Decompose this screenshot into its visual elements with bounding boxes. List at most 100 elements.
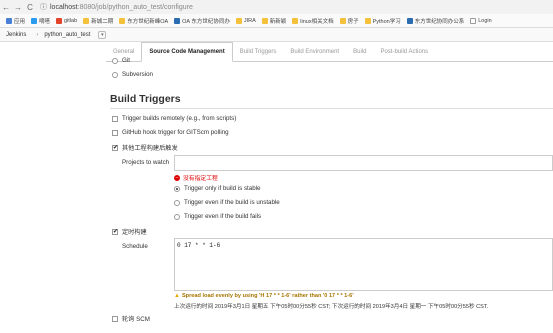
trigger-github-option[interactable]: GitHub hook trigger for GITScm polling xyxy=(112,129,229,136)
trigger-periodic-option[interactable]: ✔ 定时构建 xyxy=(112,227,147,236)
trigger-stable-option[interactable]: Trigger only if build is stable xyxy=(174,185,260,192)
schedule-textarea[interactable]: 0 17 * * 1-6 xyxy=(174,238,553,291)
trigger-stable-label: Trigger only if build is stable xyxy=(184,185,261,192)
bookmark-label: JIRA xyxy=(243,17,256,24)
schedule-warning: ▲ Spread load evenly by using 'H 17 * * … xyxy=(174,293,354,299)
bookmark-icon xyxy=(56,17,63,24)
schedule-next-run: 上次运行的时间 2019年3月1日 星期五 下午05时00分55秒 CST; 下… xyxy=(174,304,489,310)
info-icon[interactable]: ⓘ xyxy=(40,2,47,12)
bookmark-icon xyxy=(406,17,413,24)
bookmark-item[interactable]: 东方世纪协同办公系 xyxy=(406,17,465,25)
bookmark-label: 房子 xyxy=(347,18,359,25)
bookmark-item[interactable]: 新城二期 xyxy=(83,17,113,25)
bookmarks-bar: 应用 嘀嗒 gitlab 新城二期 东方世纪新峰OA OA 东方世纪协同办 JIRA 新新颖 l… xyxy=(0,14,553,28)
tab-build-triggers[interactable]: Build Triggers xyxy=(233,42,284,61)
bookmark-item[interactable]: Login xyxy=(470,17,492,24)
tab-source-code-management[interactable]: Source Code Management xyxy=(141,42,233,62)
trigger-unstable-option[interactable]: Trigger even if the build is unstable xyxy=(174,199,280,206)
scm-git-label: Git xyxy=(122,57,130,64)
forward-icon[interactable]: → xyxy=(12,1,24,13)
schedule-label: Schedule xyxy=(122,243,148,250)
bookmark-label: gitlab xyxy=(64,17,78,24)
trigger-unstable-label: Trigger even if the build is unstable xyxy=(184,199,280,206)
bookmark-icon xyxy=(235,17,242,24)
bookmark-label: OA 东方世纪协同办 xyxy=(182,18,230,25)
breadcrumb-menu-icon[interactable]: ▾ xyxy=(98,30,107,39)
bookmark-label: 东方世纪新峰OA xyxy=(127,18,169,25)
back-icon[interactable]: ← xyxy=(0,1,12,13)
error-icon: – xyxy=(174,174,180,181)
bookmark-icon xyxy=(292,17,299,24)
bookmark-icon xyxy=(31,17,38,24)
bookmark-item[interactable]: gitlab xyxy=(56,17,78,24)
breadcrumb: Jenkins › python_auto_test ▾ xyxy=(0,28,553,42)
bookmark-icon xyxy=(6,17,12,24)
trigger-fails-radio[interactable] xyxy=(174,213,180,220)
bookmark-label: 新新颖 xyxy=(269,18,287,25)
bookmark-label: 嘀嗒 xyxy=(39,18,51,25)
breadcrumb-separator-icon: › xyxy=(36,31,39,38)
divider xyxy=(110,108,553,109)
trigger-periodic-label: 定时构建 xyxy=(122,229,147,236)
schedule-warning-text: Spread load evenly by using 'H 17 * * 1-… xyxy=(181,293,354,299)
bookmark-item[interactable]: Python学习 xyxy=(364,17,401,25)
bookmark-label: 东方世纪协同办公系 xyxy=(414,18,465,25)
breadcrumb-job[interactable]: python_auto_test xyxy=(44,32,90,38)
projects-to-watch-input[interactable] xyxy=(174,155,553,171)
bookmark-icon xyxy=(364,17,371,24)
trigger-poll-scm-label: 轮询 SCM xyxy=(122,316,150,323)
projects-to-watch-label: Projects to watch xyxy=(122,159,170,166)
trigger-github-label: GitHub hook trigger for GITScm polling xyxy=(122,129,229,136)
tab-build[interactable]: Build xyxy=(346,42,373,61)
reload-icon[interactable]: C xyxy=(24,1,36,13)
trigger-remote-checkbox[interactable] xyxy=(112,115,118,122)
trigger-after-other-checkbox[interactable]: ✔ xyxy=(112,144,118,151)
tab-post-build-actions[interactable]: Post-build Actions xyxy=(373,42,435,61)
scm-subversion-option[interactable]: Subversion xyxy=(112,71,153,78)
bookmark-icon xyxy=(339,17,346,24)
scm-git-option[interactable]: Git xyxy=(112,57,130,64)
bookmark-item[interactable]: 嘀嗒 xyxy=(31,17,50,25)
projects-error-text: 没有指定工程 xyxy=(183,176,218,182)
config-tabs: General Source Code Management Build Trigg… xyxy=(106,42,553,62)
address-bar[interactable]: ⓘ localhost:8080/job/python_auto_test/co… xyxy=(40,2,553,13)
trigger-after-other-option[interactable]: ✔ 其他工程构建后触发 xyxy=(112,143,178,152)
bookmark-label: 应用 xyxy=(14,18,26,25)
trigger-stable-radio[interactable] xyxy=(174,185,180,192)
bookmark-icon xyxy=(470,17,477,24)
scm-git-radio[interactable] xyxy=(112,57,118,64)
trigger-poll-scm-checkbox[interactable] xyxy=(112,315,118,322)
trigger-after-other-label: 其他工程构建后触发 xyxy=(122,145,178,152)
trigger-remote-option[interactable]: Trigger builds remotely (e.g., from scri… xyxy=(112,115,236,122)
trigger-github-checkbox[interactable] xyxy=(112,129,118,136)
trigger-unstable-radio[interactable] xyxy=(174,199,180,206)
bookmark-label: Python学习 xyxy=(372,18,401,25)
bookmark-item[interactable]: 新新颖 xyxy=(261,17,287,25)
warning-icon: ▲ xyxy=(174,293,180,299)
trigger-fails-option[interactable]: Trigger even if the build fails xyxy=(174,213,261,220)
url-path: :8080/job/python_auto_test/configure xyxy=(77,3,193,11)
scm-subversion-label: Subversion xyxy=(122,71,153,78)
bookmark-item[interactable]: 应用 xyxy=(6,17,25,25)
bookmark-item[interactable]: JIRA xyxy=(235,17,256,24)
bookmark-item[interactable]: linux相关文档 xyxy=(292,17,334,25)
bookmark-icon xyxy=(83,17,90,24)
trigger-poll-scm-option[interactable]: 轮询 SCM xyxy=(112,314,150,323)
breadcrumb-jenkins[interactable]: Jenkins xyxy=(6,32,26,38)
trigger-remote-label: Trigger builds remotely (e.g., from scri… xyxy=(122,115,237,122)
bookmark-item[interactable]: OA 东方世纪协同办 xyxy=(174,17,230,25)
scm-subversion-radio[interactable] xyxy=(112,71,118,78)
browser-toolbar: ← → C ⓘ localhost:8080/job/python_auto_t… xyxy=(0,0,553,14)
bookmark-label: 新城二期 xyxy=(91,18,114,25)
trigger-periodic-checkbox[interactable]: ✔ xyxy=(112,228,118,235)
bookmark-label: linux相关文档 xyxy=(300,18,334,25)
url-host: localhost xyxy=(50,3,78,11)
build-triggers-heading: Build Triggers xyxy=(110,93,181,105)
bookmark-icon xyxy=(261,17,268,24)
bookmark-item[interactable]: 房子 xyxy=(339,17,359,25)
config-form: Git Subversion Build Triggers Trigger bu… xyxy=(106,57,553,333)
bookmark-label: Login xyxy=(478,17,492,24)
tab-build-environment[interactable]: Build Environment xyxy=(283,42,346,61)
bookmark-icon xyxy=(119,17,126,24)
bookmark-item[interactable]: 东方世纪新峰OA xyxy=(119,17,168,25)
